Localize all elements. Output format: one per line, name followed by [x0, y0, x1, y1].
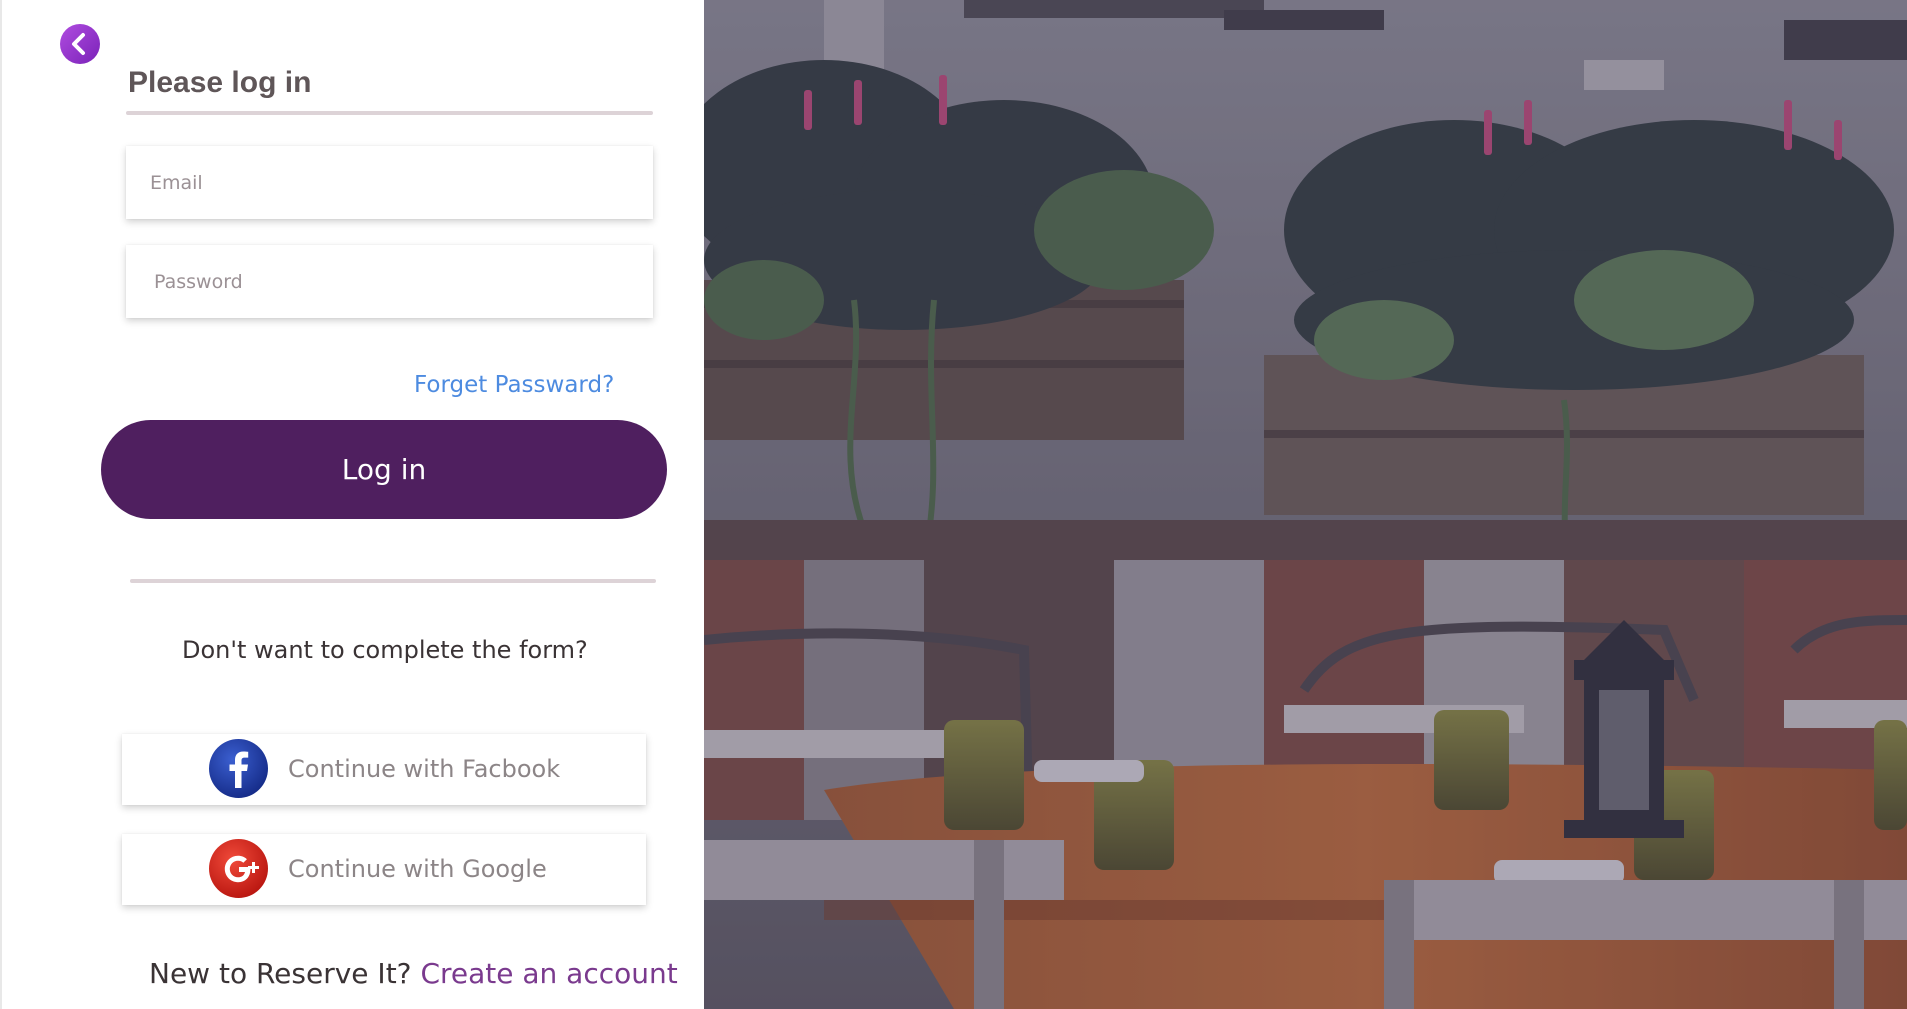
back-button[interactable]	[60, 24, 100, 64]
login-page: Please log in Forget Passward? Log in Do…	[0, 0, 1907, 1009]
forgot-password-link[interactable]: Forget Passward?	[414, 372, 614, 398]
password-field-container	[126, 245, 653, 318]
page-title: Please log in	[128, 66, 312, 99]
email-field-container	[126, 146, 653, 219]
restaurant-photo	[704, 0, 1907, 1009]
chevron-left-icon	[72, 33, 85, 55]
login-panel: Please log in Forget Passward? Log in Do…	[0, 0, 704, 1009]
section-divider	[130, 579, 656, 583]
photo-tint-overlay	[704, 0, 1907, 1009]
create-account-link[interactable]: Create an account	[420, 957, 677, 990]
login-button[interactable]: Log in	[101, 420, 667, 519]
facebook-login-button[interactable]: Continue with Facbook	[122, 734, 646, 805]
signup-row: New to Reserve It? Create an account	[149, 957, 678, 990]
google-plus-icon	[209, 839, 268, 898]
email-field[interactable]	[126, 146, 653, 219]
facebook-icon	[209, 739, 268, 798]
facebook-login-label: Continue with Facbook	[288, 755, 561, 783]
password-field[interactable]	[126, 245, 653, 318]
google-login-label: Continue with Google	[288, 855, 547, 883]
title-divider	[126, 111, 653, 115]
signup-prompt: New to Reserve It?	[149, 957, 412, 990]
alternative-login-prompt: Don't want to complete the form?	[182, 636, 588, 664]
google-login-button[interactable]: Continue with Google	[122, 834, 646, 905]
